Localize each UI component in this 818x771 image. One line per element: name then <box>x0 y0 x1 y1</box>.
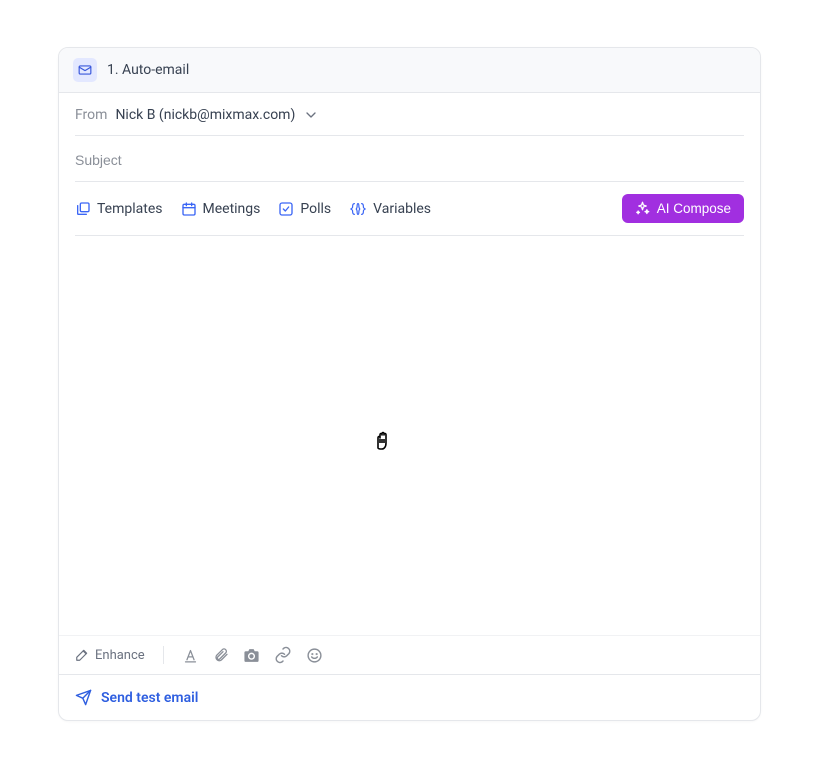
auto-email-icon <box>73 58 97 82</box>
chevron-down-icon[interactable] <box>303 107 319 123</box>
divider <box>163 646 164 664</box>
emoji-icon[interactable] <box>306 647 323 664</box>
variables-icon <box>349 201 367 217</box>
link-icon[interactable] <box>274 646 292 664</box>
templates-button[interactable]: Templates <box>75 201 163 217</box>
card-title: 1. Auto-email <box>107 62 189 78</box>
templates-label: Templates <box>97 201 163 217</box>
card-footer: Send test email <box>59 674 760 720</box>
wand-icon <box>75 648 89 662</box>
calendar-icon <box>181 201 197 217</box>
compose-toolbar-section: Templates Meetings <box>59 182 760 236</box>
from-label: From <box>75 107 107 123</box>
variables-button[interactable]: Variables <box>349 201 431 217</box>
subject-section <box>59 136 760 182</box>
subject-input[interactable] <box>75 152 744 168</box>
bottom-toolbar: Enhance <box>59 635 760 674</box>
email-composer-card: 1. Auto-email From Nick B (nickb@mixmax.… <box>58 47 761 721</box>
polls-icon <box>278 201 294 217</box>
from-section: From Nick B (nickb@mixmax.com) <box>59 93 760 136</box>
templates-icon <box>75 201 91 217</box>
attachment-icon[interactable] <box>213 647 229 663</box>
sparkle-icon <box>635 201 650 216</box>
variables-label: Variables <box>373 201 431 217</box>
send-icon <box>75 689 92 706</box>
polls-label: Polls <box>300 201 331 217</box>
meetings-label: Meetings <box>203 201 261 217</box>
from-value[interactable]: Nick B (nickb@mixmax.com) <box>115 107 295 123</box>
camera-icon[interactable] <box>243 647 260 664</box>
enhance-label: Enhance <box>95 648 145 663</box>
text-format-icon[interactable] <box>182 647 199 664</box>
meetings-button[interactable]: Meetings <box>181 201 261 217</box>
pointer-cursor-icon <box>371 426 395 452</box>
send-test-email-button[interactable]: Send test email <box>75 689 744 706</box>
send-test-label: Send test email <box>101 690 198 706</box>
ai-compose-label: AI Compose <box>657 201 731 216</box>
toolbar-left: Templates Meetings <box>75 201 431 217</box>
card-header: 1. Auto-email <box>59 48 760 93</box>
enhance-button[interactable]: Enhance <box>75 648 145 663</box>
polls-button[interactable]: Polls <box>278 201 331 217</box>
ai-compose-button[interactable]: AI Compose <box>622 194 744 223</box>
editor-body[interactable] <box>59 236 760 635</box>
